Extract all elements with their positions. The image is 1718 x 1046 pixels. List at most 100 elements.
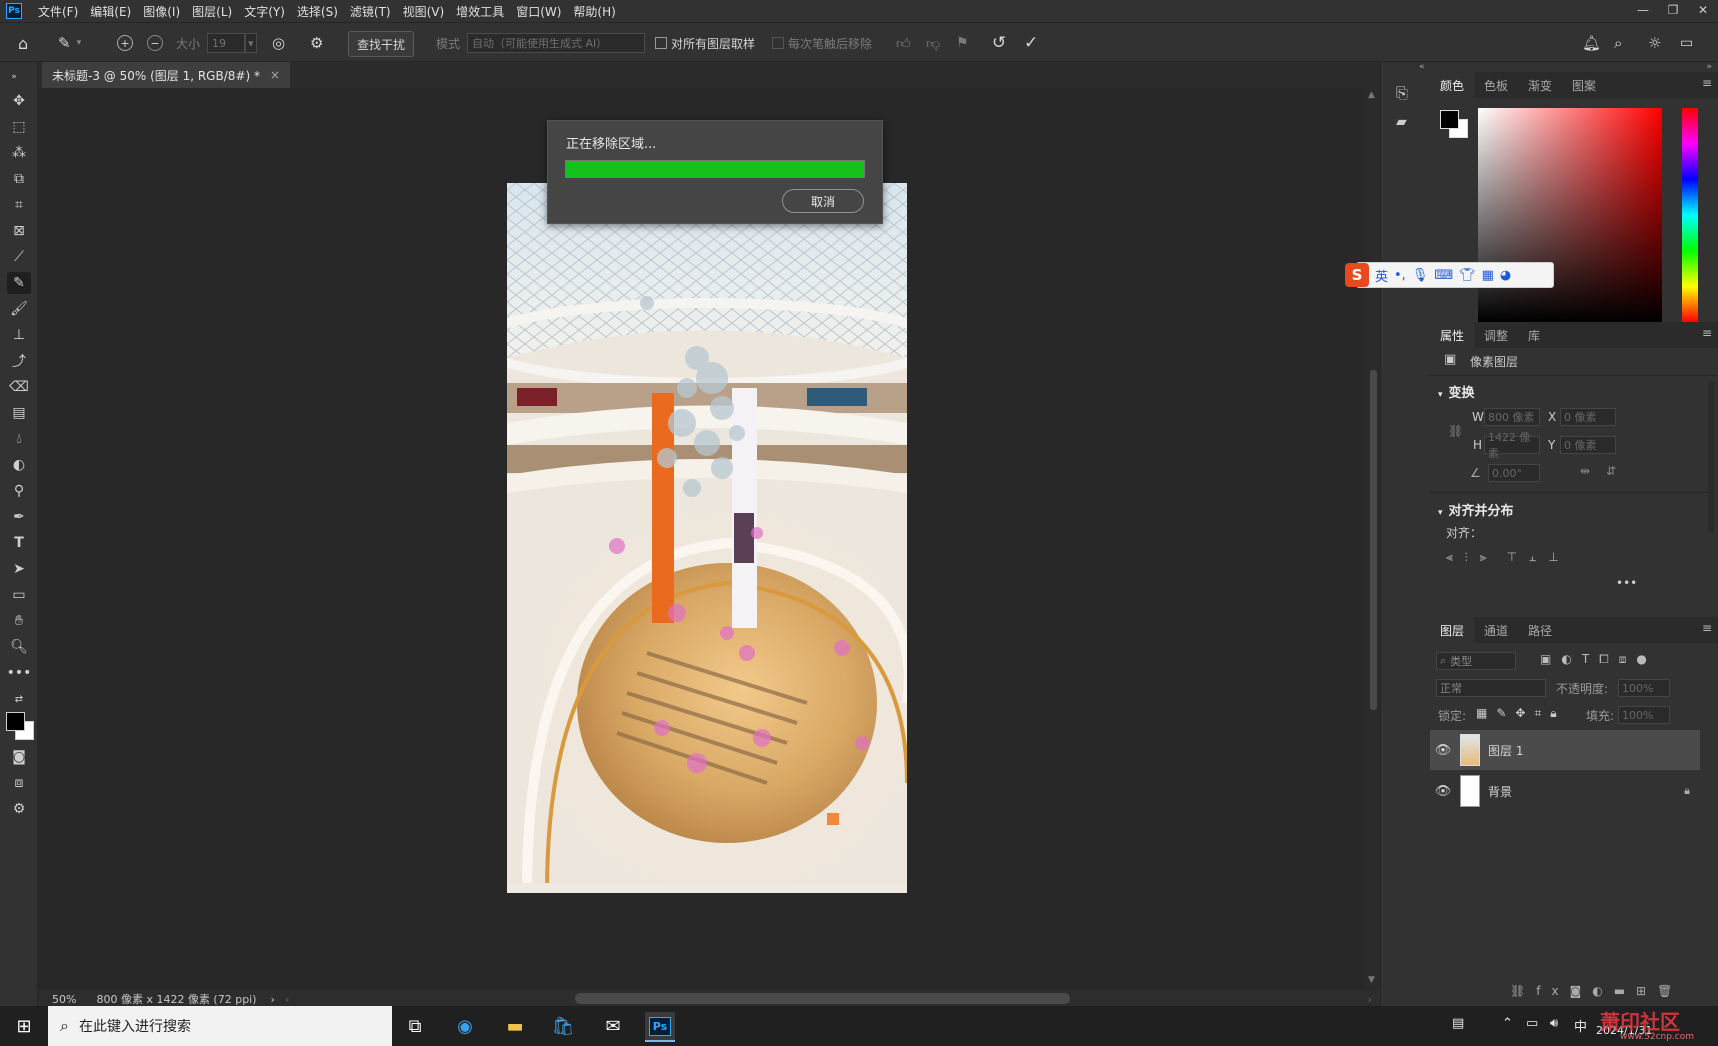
- transform-section-header[interactable]: ▾ 变换: [1438, 382, 1475, 401]
- edit-toolbar-icon[interactable]: ⚙: [7, 798, 31, 820]
- eye-icon[interactable]: 👁︎: [1430, 743, 1456, 758]
- ime-language[interactable]: 英: [1375, 266, 1388, 285]
- y-field[interactable]: 0 像素: [1560, 436, 1616, 454]
- lock-position-icon[interactable]: ✥: [1515, 706, 1534, 720]
- lock-artboard-icon[interactable]: ⌗: [1534, 706, 1550, 720]
- panel-menu-icon[interactable]: ≡: [1702, 621, 1712, 635]
- filter-toggle-icon[interactable]: ●: [1636, 652, 1656, 666]
- link-layers-icon[interactable]: ⛓: [1510, 984, 1536, 998]
- find-distractions-button[interactable]: 查找干扰: [348, 31, 415, 57]
- tab-color[interactable]: 颜色: [1430, 72, 1475, 98]
- align-bottom-icon[interactable]: ⊥: [1548, 550, 1570, 564]
- width-field[interactable]: 800 像素: [1484, 408, 1540, 426]
- menu-type[interactable]: 文字(Y): [238, 3, 291, 20]
- task-view-icon[interactable]: ⧉: [400, 1012, 430, 1040]
- link-icon[interactable]: ⛓: [1448, 424, 1463, 438]
- delete-layer-icon[interactable]: 🗑︎: [1657, 984, 1683, 998]
- tab-swatches[interactable]: 色板: [1474, 72, 1518, 98]
- color-foreground-swatch[interactable]: [1440, 110, 1459, 129]
- angle-field[interactable]: 0.00°: [1488, 464, 1540, 482]
- properties-scrollbar[interactable]: [1708, 382, 1714, 532]
- align-right-icon[interactable]: ⫸: [1480, 550, 1499, 564]
- ime-toolbar[interactable]: S 英 •, 🎙︎ ⌨ 👕︎ ▦ ◕: [1345, 262, 1554, 288]
- tab-properties[interactable]: 属性: [1430, 322, 1475, 348]
- close-icon[interactable]: ✕: [1688, 0, 1718, 22]
- mode-select[interactable]: 自动（可能使用生成式 AI）: [467, 31, 645, 55]
- eraser-tool-icon[interactable]: ⌫: [7, 376, 31, 398]
- fx-icon[interactable]: fx: [1536, 984, 1569, 998]
- home-icon[interactable]: ⌂: [18, 31, 28, 55]
- dodge-tool-icon[interactable]: ◐: [7, 454, 31, 476]
- network-icon[interactable]: ▭: [1526, 1016, 1538, 1031]
- document-image[interactable]: [507, 183, 907, 893]
- path-selection-tool-icon[interactable]: ➤: [7, 558, 31, 580]
- thumbs-down-icon[interactable]: 👎︎: [926, 31, 940, 55]
- tab-patterns[interactable]: 图案: [1562, 72, 1606, 98]
- align-vcenter-icon[interactable]: ⫠: [1529, 550, 1548, 564]
- tab-layers[interactable]: 图层: [1430, 617, 1475, 643]
- restore-icon[interactable]: ❐: [1658, 0, 1688, 22]
- tray-chevron-icon[interactable]: ⌃: [1502, 1016, 1513, 1031]
- document-tab[interactable]: 未标题-3 @ 50% (图层 1, RGB/8#) * ×: [42, 62, 291, 88]
- expand-panels-icon[interactable]: »: [1706, 62, 1712, 72]
- panel-menu-icon[interactable]: ≡: [1702, 76, 1712, 90]
- filter-shape-icon[interactable]: ⧠: [1599, 652, 1619, 666]
- remove-tool-preset-icon[interactable]: ✎ ▾: [58, 31, 81, 55]
- flip-horizontal-icon[interactable]: ⇹: [1580, 464, 1590, 478]
- flip-vertical-icon[interactable]: ⇵: [1606, 464, 1616, 478]
- menu-select[interactable]: 选择(S): [291, 3, 344, 20]
- store-icon[interactable]: 🛍︎: [548, 1012, 578, 1040]
- fill-field[interactable]: 100%: [1618, 706, 1670, 724]
- menu-filter[interactable]: 滤镜(T): [344, 3, 397, 20]
- sample-all-layers-checkbox[interactable]: 对所有图层取样: [655, 31, 755, 55]
- workspace-icon[interactable]: ▭: [1680, 31, 1693, 55]
- add-mask-icon[interactable]: ◙: [1570, 984, 1593, 998]
- new-layer-icon[interactable]: ⊞: [1636, 984, 1657, 998]
- filter-adjustment-icon[interactable]: ◐: [1561, 652, 1581, 666]
- pressure-icon[interactable]: ◎: [272, 31, 285, 55]
- ime-skin-icon[interactable]: 👕︎: [1459, 268, 1476, 283]
- tab-paths[interactable]: 路径: [1518, 617, 1562, 643]
- scroll-up-icon[interactable]: ▲: [1368, 90, 1375, 100]
- menu-layer[interactable]: 图层(L): [186, 3, 238, 20]
- filter-smart-object-icon[interactable]: ⧈: [1619, 652, 1637, 666]
- menu-view[interactable]: 视图(V): [397, 3, 451, 20]
- layer-filter-select[interactable]: ⌕ 类型: [1436, 652, 1516, 670]
- layer-row[interactable]: 👁︎ 图层 1: [1430, 730, 1700, 770]
- cancel-button[interactable]: 取消: [782, 189, 864, 213]
- layer-row[interactable]: 👁︎ 背景 🔒︎: [1430, 771, 1700, 811]
- adjustment-layer-icon[interactable]: ◐: [1592, 984, 1613, 998]
- document-info[interactable]: 800 像素 x 1422 像素 (72 ppi): [96, 991, 256, 1007]
- panel-menu-icon[interactable]: ≡: [1702, 326, 1712, 340]
- filter-type-icon[interactable]: T: [1582, 652, 1599, 666]
- vertical-scroll-thumb[interactable]: [1370, 370, 1377, 710]
- thumbs-up-icon[interactable]: 👍︎: [896, 31, 911, 55]
- tab-channels[interactable]: 通道: [1474, 617, 1518, 643]
- quick-selection-tool-icon[interactable]: ⁂: [7, 142, 31, 164]
- menu-window[interactable]: 窗口(W): [510, 3, 567, 20]
- more-options-button[interactable]: •••: [1616, 576, 1637, 590]
- horizontal-scroll-thumb[interactable]: [575, 993, 1070, 1004]
- height-field[interactable]: 1422 像素: [1484, 431, 1540, 460]
- x-field[interactable]: 0 像素: [1560, 408, 1616, 426]
- align-left-icon[interactable]: ⫷: [1446, 550, 1465, 564]
- filter-pixel-icon[interactable]: ▣: [1540, 652, 1561, 666]
- photoshop-taskbar-icon[interactable]: Ps: [645, 1012, 675, 1042]
- opacity-field[interactable]: 100%: [1618, 679, 1670, 697]
- ime-microphone-icon[interactable]: 🎙︎: [1412, 268, 1429, 283]
- add-to-stroke-icon[interactable]: +: [117, 31, 133, 55]
- lock-all-icon[interactable]: 🔒︎: [1550, 706, 1565, 720]
- scroll-right-icon[interactable]: ›: [1368, 993, 1372, 1006]
- menu-file[interactable]: 文件(F): [32, 3, 84, 20]
- marquee-tool-icon[interactable]: ⬚: [7, 116, 31, 138]
- more-tools-icon[interactable]: •••: [7, 662, 32, 684]
- lock-paint-icon[interactable]: ✎: [1496, 706, 1515, 720]
- tab-gradients[interactable]: 渐变: [1518, 72, 1562, 98]
- gear-icon[interactable]: ⚙: [310, 31, 323, 55]
- minimize-icon[interactable]: —: [1628, 0, 1658, 22]
- remove-after-stroke-checkbox[interactable]: 每次笔触后移除: [772, 31, 872, 55]
- align-hcenter-icon[interactable]: ⫶: [1465, 550, 1480, 564]
- remove-tool-icon[interactable]: ✎: [7, 272, 31, 294]
- align-top-icon[interactable]: ⊤: [1507, 550, 1529, 564]
- flag-icon[interactable]: ⚑: [956, 31, 969, 55]
